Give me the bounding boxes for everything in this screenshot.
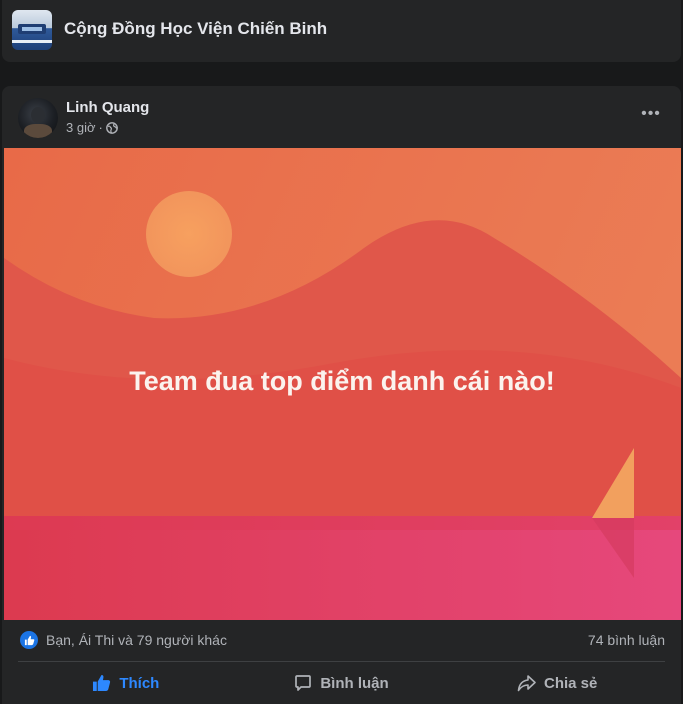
meta-separator: · — [98, 120, 103, 135]
share-icon — [517, 674, 536, 691]
divider — [18, 661, 665, 662]
action-bar: Thích Bình luận Chia sẻ — [18, 666, 665, 700]
comment-icon — [295, 675, 312, 691]
like-button[interactable]: Thích — [18, 666, 234, 700]
share-label: Chia sẻ — [544, 674, 598, 692]
comment-button[interactable]: Bình luận — [234, 666, 450, 700]
group-avatar[interactable] — [12, 10, 52, 50]
more-icon[interactable]: ••• — [635, 102, 667, 126]
reactions-text[interactable]: Bạn, Ái Thi và 79 người khác — [46, 632, 227, 648]
post-time[interactable]: 3 giờ — [66, 120, 96, 135]
group-header: Cộng Đồng Học Viện Chiến Binh — [2, 0, 681, 62]
author-avatar[interactable] — [18, 98, 58, 138]
reactions-summary[interactable]: Bạn, Ái Thi và 79 người khác — [20, 631, 227, 649]
thumbs-up-icon — [93, 674, 111, 692]
group-name[interactable]: Cộng Đồng Học Viện Chiến Binh — [64, 19, 327, 39]
comment-count[interactable]: 74 bình luận — [588, 632, 665, 648]
share-button[interactable]: Chia sẻ — [449, 666, 665, 700]
post-card: Linh Quang 3 giờ · ••• Team đua top điểm… — [2, 86, 681, 704]
post-meta: 3 giờ · — [66, 120, 118, 135]
post-text: Team đua top điểm danh cái nào! — [129, 366, 555, 396]
like-label: Thích — [119, 674, 160, 692]
author-name[interactable]: Linh Quang — [66, 99, 149, 116]
globe-icon — [105, 121, 118, 134]
like-badge-icon — [20, 631, 38, 649]
comment-label: Bình luận — [320, 674, 389, 692]
